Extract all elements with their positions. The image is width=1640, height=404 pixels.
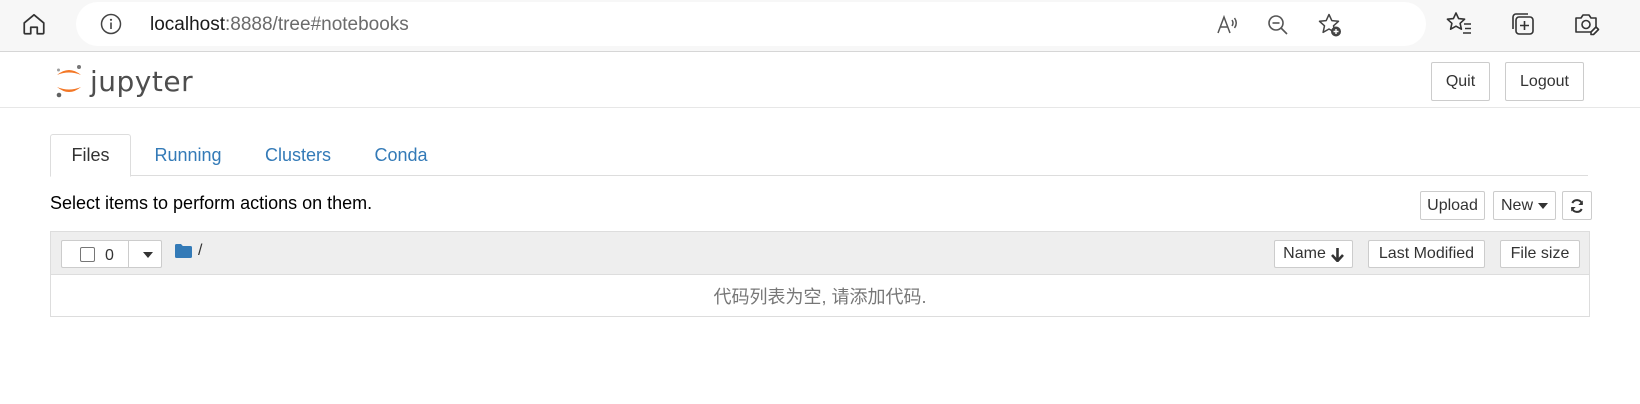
tab-conda[interactable]: Conda bbox=[364, 134, 438, 176]
read-aloud-icon[interactable] bbox=[1214, 12, 1240, 38]
caret-down-icon bbox=[1538, 202, 1548, 209]
quit-button[interactable]: Quit bbox=[1431, 62, 1490, 101]
browser-toolbar: localhost:8888/tree#notebooks bbox=[0, 0, 1640, 52]
folder-icon[interactable] bbox=[175, 244, 192, 263]
sort-name-label: Name bbox=[1283, 245, 1326, 262]
selection-menu-caret-icon[interactable] bbox=[138, 245, 158, 265]
selected-count: 0 bbox=[105, 247, 114, 264]
new-dropdown-button[interactable]: New bbox=[1493, 191, 1556, 220]
select-divider bbox=[128, 241, 129, 267]
jupyter-header: jupyter Quit Logout bbox=[0, 52, 1640, 108]
breadcrumb[interactable]: / bbox=[198, 242, 202, 260]
browser-essentials-icon[interactable] bbox=[1571, 9, 1601, 39]
jupyter-logo-icon bbox=[56, 65, 81, 98]
new-label: New bbox=[1500, 196, 1533, 214]
sort-file-size-button[interactable]: File size bbox=[1500, 240, 1580, 268]
url-path: :8888/tree#notebooks bbox=[225, 14, 409, 35]
notebook-list: 0 / Name Last Modified File size 代码列表为空,… bbox=[50, 231, 1590, 317]
collections-icon[interactable] bbox=[1508, 9, 1538, 39]
url-text[interactable]: localhost:8888/tree#notebooks bbox=[150, 13, 409, 37]
url-host: localhost bbox=[150, 14, 225, 35]
add-favorite-icon[interactable] bbox=[1317, 12, 1343, 38]
select-all-checkbox[interactable] bbox=[80, 247, 95, 262]
arrow-down-icon bbox=[1330, 247, 1344, 262]
jupyter-logo[interactable]: jupyter bbox=[54, 60, 193, 102]
tab-files[interactable]: Files bbox=[50, 134, 131, 177]
address-bar[interactable]: localhost:8888/tree#notebooks bbox=[76, 2, 1426, 46]
favorites-icon[interactable] bbox=[1444, 9, 1474, 39]
tab-clusters[interactable]: Clusters bbox=[248, 134, 348, 176]
main-tabs: Files Running Clusters Conda bbox=[50, 134, 1588, 177]
info-icon[interactable] bbox=[100, 13, 122, 35]
zoom-out-icon[interactable] bbox=[1265, 12, 1291, 38]
instructions-text: Select items to perform actions on them. bbox=[50, 193, 373, 213]
refresh-icon bbox=[1571, 198, 1583, 213]
logout-button[interactable]: Logout bbox=[1505, 62, 1584, 101]
sort-last-modified-button[interactable]: Last Modified bbox=[1368, 240, 1485, 268]
select-all-group[interactable]: 0 bbox=[61, 240, 162, 268]
home-icon[interactable] bbox=[20, 10, 48, 38]
logo-text: jupyter bbox=[90, 64, 194, 98]
refresh-button[interactable] bbox=[1562, 191, 1592, 220]
sort-name-button[interactable]: Name bbox=[1274, 240, 1353, 268]
empty-list-message: 代码列表为空, 请添加代码. bbox=[713, 287, 927, 307]
tab-running[interactable]: Running bbox=[144, 134, 232, 176]
list-header: 0 / Name Last Modified File size bbox=[51, 232, 1589, 275]
upload-button[interactable]: Upload bbox=[1420, 191, 1485, 220]
